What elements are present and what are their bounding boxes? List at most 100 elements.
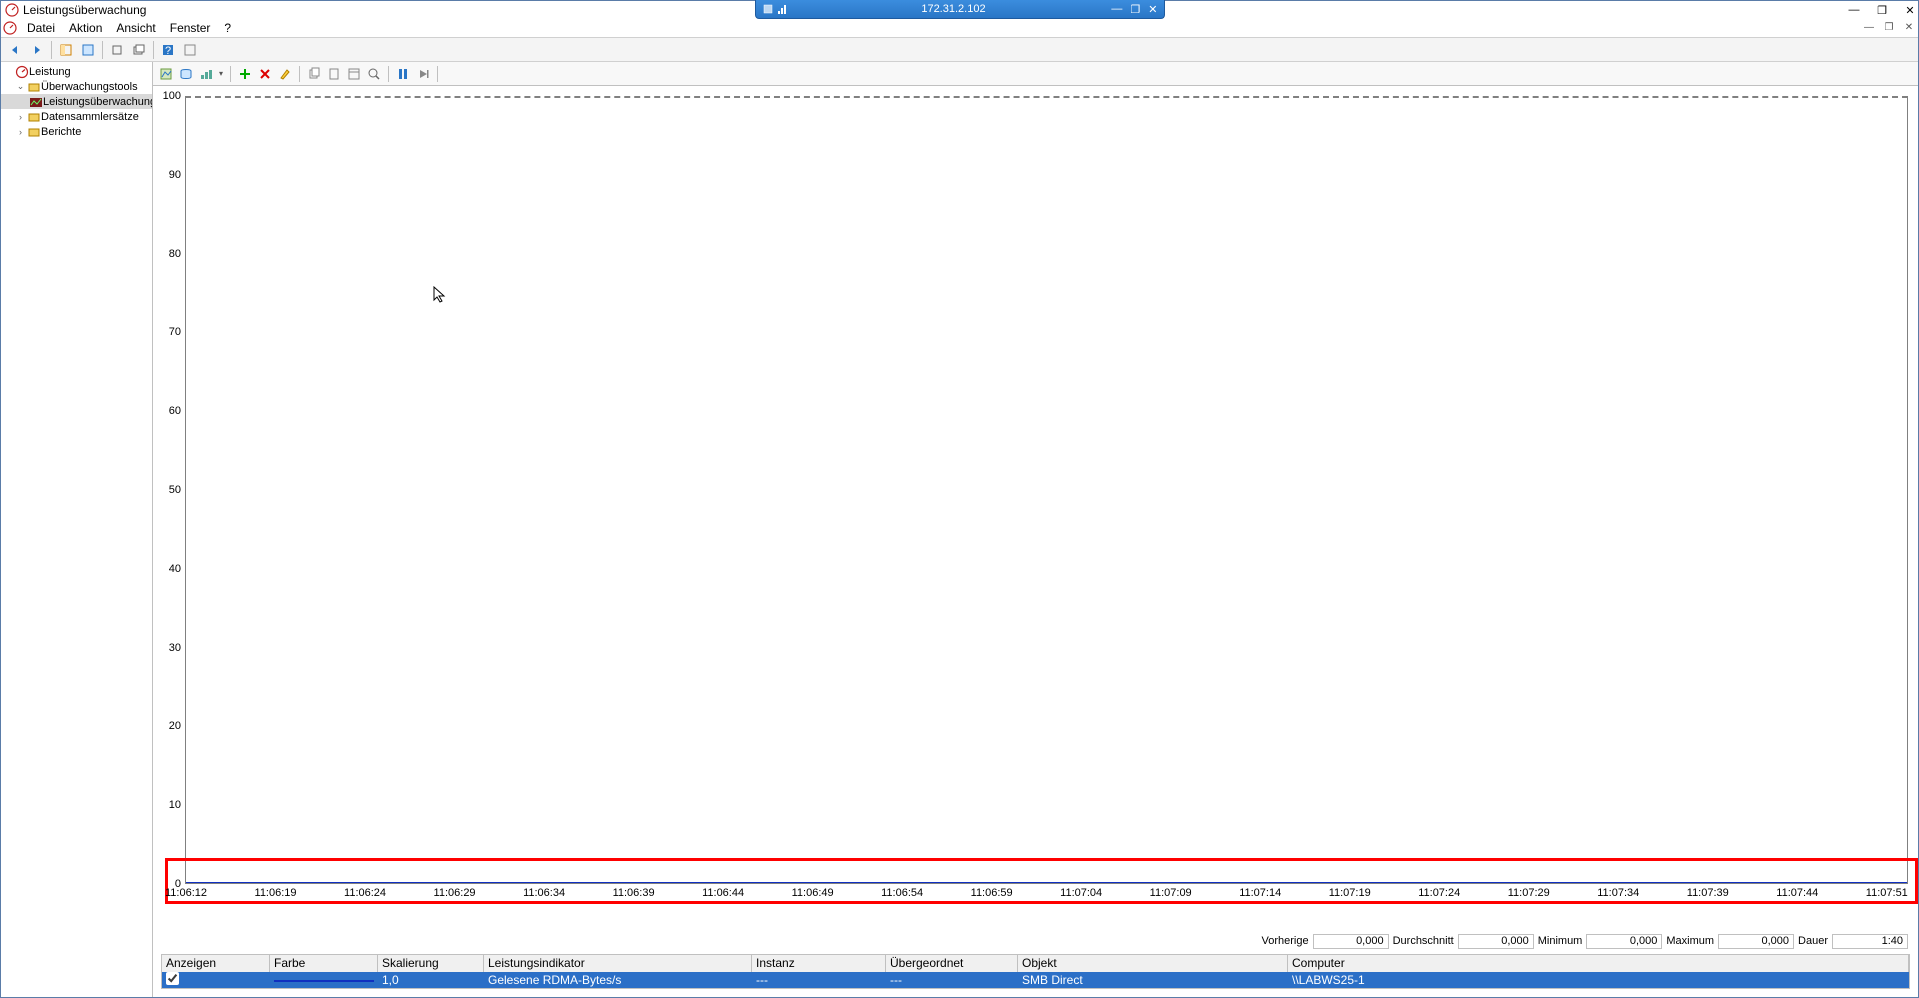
update-button[interactable]: [414, 65, 432, 83]
row-instance: ---: [752, 973, 886, 987]
remove-counter-button[interactable]: [256, 65, 274, 83]
header-anzeigen[interactable]: Anzeigen: [162, 955, 270, 972]
chart-x-axis: 11:06:12 11:06:19 11:06:24 11:06:29 11:0…: [165, 887, 1908, 902]
remote-close-button[interactable]: ✕: [1148, 3, 1157, 16]
stat-maximum-label: Maximum: [1666, 935, 1714, 947]
mdi-minimize-button[interactable]: —: [1862, 20, 1876, 34]
menu-ansicht[interactable]: Ansicht: [110, 19, 161, 37]
zoom-button[interactable]: [365, 65, 383, 83]
stat-minimum-label: Minimum: [1538, 935, 1583, 947]
app-icon: [5, 3, 19, 17]
header-objekt[interactable]: Objekt: [1018, 955, 1288, 972]
signal-icon: [777, 3, 789, 15]
chart-icon: [29, 95, 43, 109]
table-header: Anzeigen Farbe Skalierung Leistungsindik…: [162, 955, 1909, 972]
header-computer[interactable]: Computer: [1288, 955, 1909, 972]
stats-bar: Vorherige 0,000 Durchschnitt 0,000 Minim…: [153, 932, 1918, 950]
extra-button[interactable]: [180, 40, 200, 60]
chart-y-axis: 100 90 80 70 60 50 40 30 20 10 0: [159, 96, 183, 884]
properties-button[interactable]: [78, 40, 98, 60]
table-row[interactable]: 1,0 Gelesene RDMA-Bytes/s --- --- SMB Di…: [162, 972, 1909, 988]
graph-toolbar: ▾: [153, 62, 1918, 86]
menu-fenster[interactable]: Fenster: [164, 19, 217, 37]
highlight-button[interactable]: [276, 65, 294, 83]
mdi-close-button[interactable]: ✕: [1902, 20, 1916, 34]
view-current-button[interactable]: [157, 65, 175, 83]
paste-button[interactable]: [325, 65, 343, 83]
chart-plot[interactable]: [185, 96, 1908, 884]
folder-reports-icon: [26, 125, 41, 139]
tree-tools[interactable]: ⌄ Überwachungstools: [1, 79, 152, 94]
menu-aktion[interactable]: Aktion: [63, 19, 108, 37]
row-color-sample: [274, 980, 374, 982]
stat-durchschnitt-label: Durchschnitt: [1393, 935, 1454, 947]
pin-icon[interactable]: [762, 3, 774, 15]
menu-help[interactable]: ?: [218, 19, 237, 37]
chart-type-dropdown[interactable]: ▾: [217, 69, 225, 78]
export-button[interactable]: [107, 40, 127, 60]
chart-series-line: [186, 882, 1907, 883]
properties-graph-button[interactable]: [345, 65, 363, 83]
expander-expand-icon[interactable]: ›: [15, 127, 26, 137]
show-hide-tree-button[interactable]: [56, 40, 76, 60]
header-instanz[interactable]: Instanz: [752, 955, 886, 972]
tree-label: Leistungsüberwachung: [43, 96, 153, 108]
tree-label: Datensammlersätze: [41, 111, 139, 123]
window-close-button[interactable]: ✕: [1904, 4, 1916, 16]
stat-vorherige-value: 0,000: [1313, 934, 1389, 949]
tree-label: Überwachungstools: [41, 81, 138, 93]
tree-dcs[interactable]: › Datensammlersätze: [1, 109, 152, 124]
svg-text:?: ?: [165, 45, 171, 57]
back-button[interactable]: [5, 40, 25, 60]
header-uebergeordnet[interactable]: Übergeordnet: [886, 955, 1018, 972]
expander-collapse-icon[interactable]: ⌄: [15, 81, 26, 92]
header-farbe[interactable]: Farbe: [270, 955, 378, 972]
stat-maximum-value: 0,000: [1718, 934, 1794, 949]
stat-dauer-value: 1:40: [1832, 934, 1908, 949]
expander-expand-icon[interactable]: ›: [15, 112, 26, 122]
tree-root-leistung[interactable]: Leistung: [1, 64, 152, 79]
tree-pane: Leistung ⌄ Überwachungstools Leistungsüb…: [1, 62, 153, 997]
tree-perfmon-selected[interactable]: Leistungsüberwachung: [1, 94, 152, 109]
row-counter: Gelesene RDMA-Bytes/s: [484, 973, 752, 987]
stat-vorherige-label: Vorherige: [1262, 935, 1309, 947]
remote-minimize-button[interactable]: —: [1111, 3, 1122, 16]
forward-button[interactable]: [27, 40, 47, 60]
folder-tools-icon: [26, 80, 41, 94]
copy-button[interactable]: [305, 65, 323, 83]
row-object: SMB Direct: [1018, 973, 1288, 987]
new-window-button[interactable]: [129, 40, 149, 60]
view-log-button[interactable]: [177, 65, 195, 83]
folder-dcs-icon: [26, 110, 41, 124]
tree-label: Berichte: [41, 126, 81, 138]
chart-type-button[interactable]: [197, 65, 215, 83]
menu-datei[interactable]: Datei: [21, 19, 61, 37]
add-counter-button[interactable]: [236, 65, 254, 83]
remote-connection-bar: 172.31.2.102 — ❐ ✕: [755, 0, 1165, 19]
freeze-button[interactable]: [394, 65, 412, 83]
window-maximize-button[interactable]: ❐: [1876, 4, 1888, 16]
stat-minimum-value: 0,000: [1586, 934, 1662, 949]
tree-label: Leistung: [29, 66, 71, 78]
counter-table: Anzeigen Farbe Skalierung Leistungsindik…: [161, 954, 1910, 989]
window-minimize-button[interactable]: —: [1848, 4, 1860, 16]
row-computer: \\LABWS25-1: [1288, 973, 1909, 987]
perfmon-root-icon: [14, 65, 29, 79]
main-toolbar: ?: [1, 38, 1918, 62]
help-button[interactable]: ?: [158, 40, 178, 60]
header-skalierung[interactable]: Skalierung: [378, 955, 484, 972]
mdi-restore-button[interactable]: ❐: [1882, 20, 1896, 34]
app-menu-icon: [3, 21, 17, 35]
stat-durchschnitt-value: 0,000: [1458, 934, 1534, 949]
header-leistungsindikator[interactable]: Leistungsindikator: [484, 955, 752, 972]
right-pane: ▾ 100 90 80: [153, 62, 1918, 997]
row-scale: 1,0: [378, 973, 484, 987]
tree-reports[interactable]: › Berichte: [1, 124, 152, 139]
window-title: Leistungsüberwachung: [23, 3, 146, 17]
row-show-checkbox[interactable]: [166, 972, 179, 985]
remote-restore-button[interactable]: ❐: [1130, 3, 1140, 16]
remote-ip: 172.31.2.102: [796, 3, 1112, 15]
chart-area[interactable]: 100 90 80 70 60 50 40 30 20 10 0 1: [153, 86, 1918, 932]
row-parent: ---: [886, 973, 1018, 987]
stat-dauer-label: Dauer: [1798, 935, 1828, 947]
